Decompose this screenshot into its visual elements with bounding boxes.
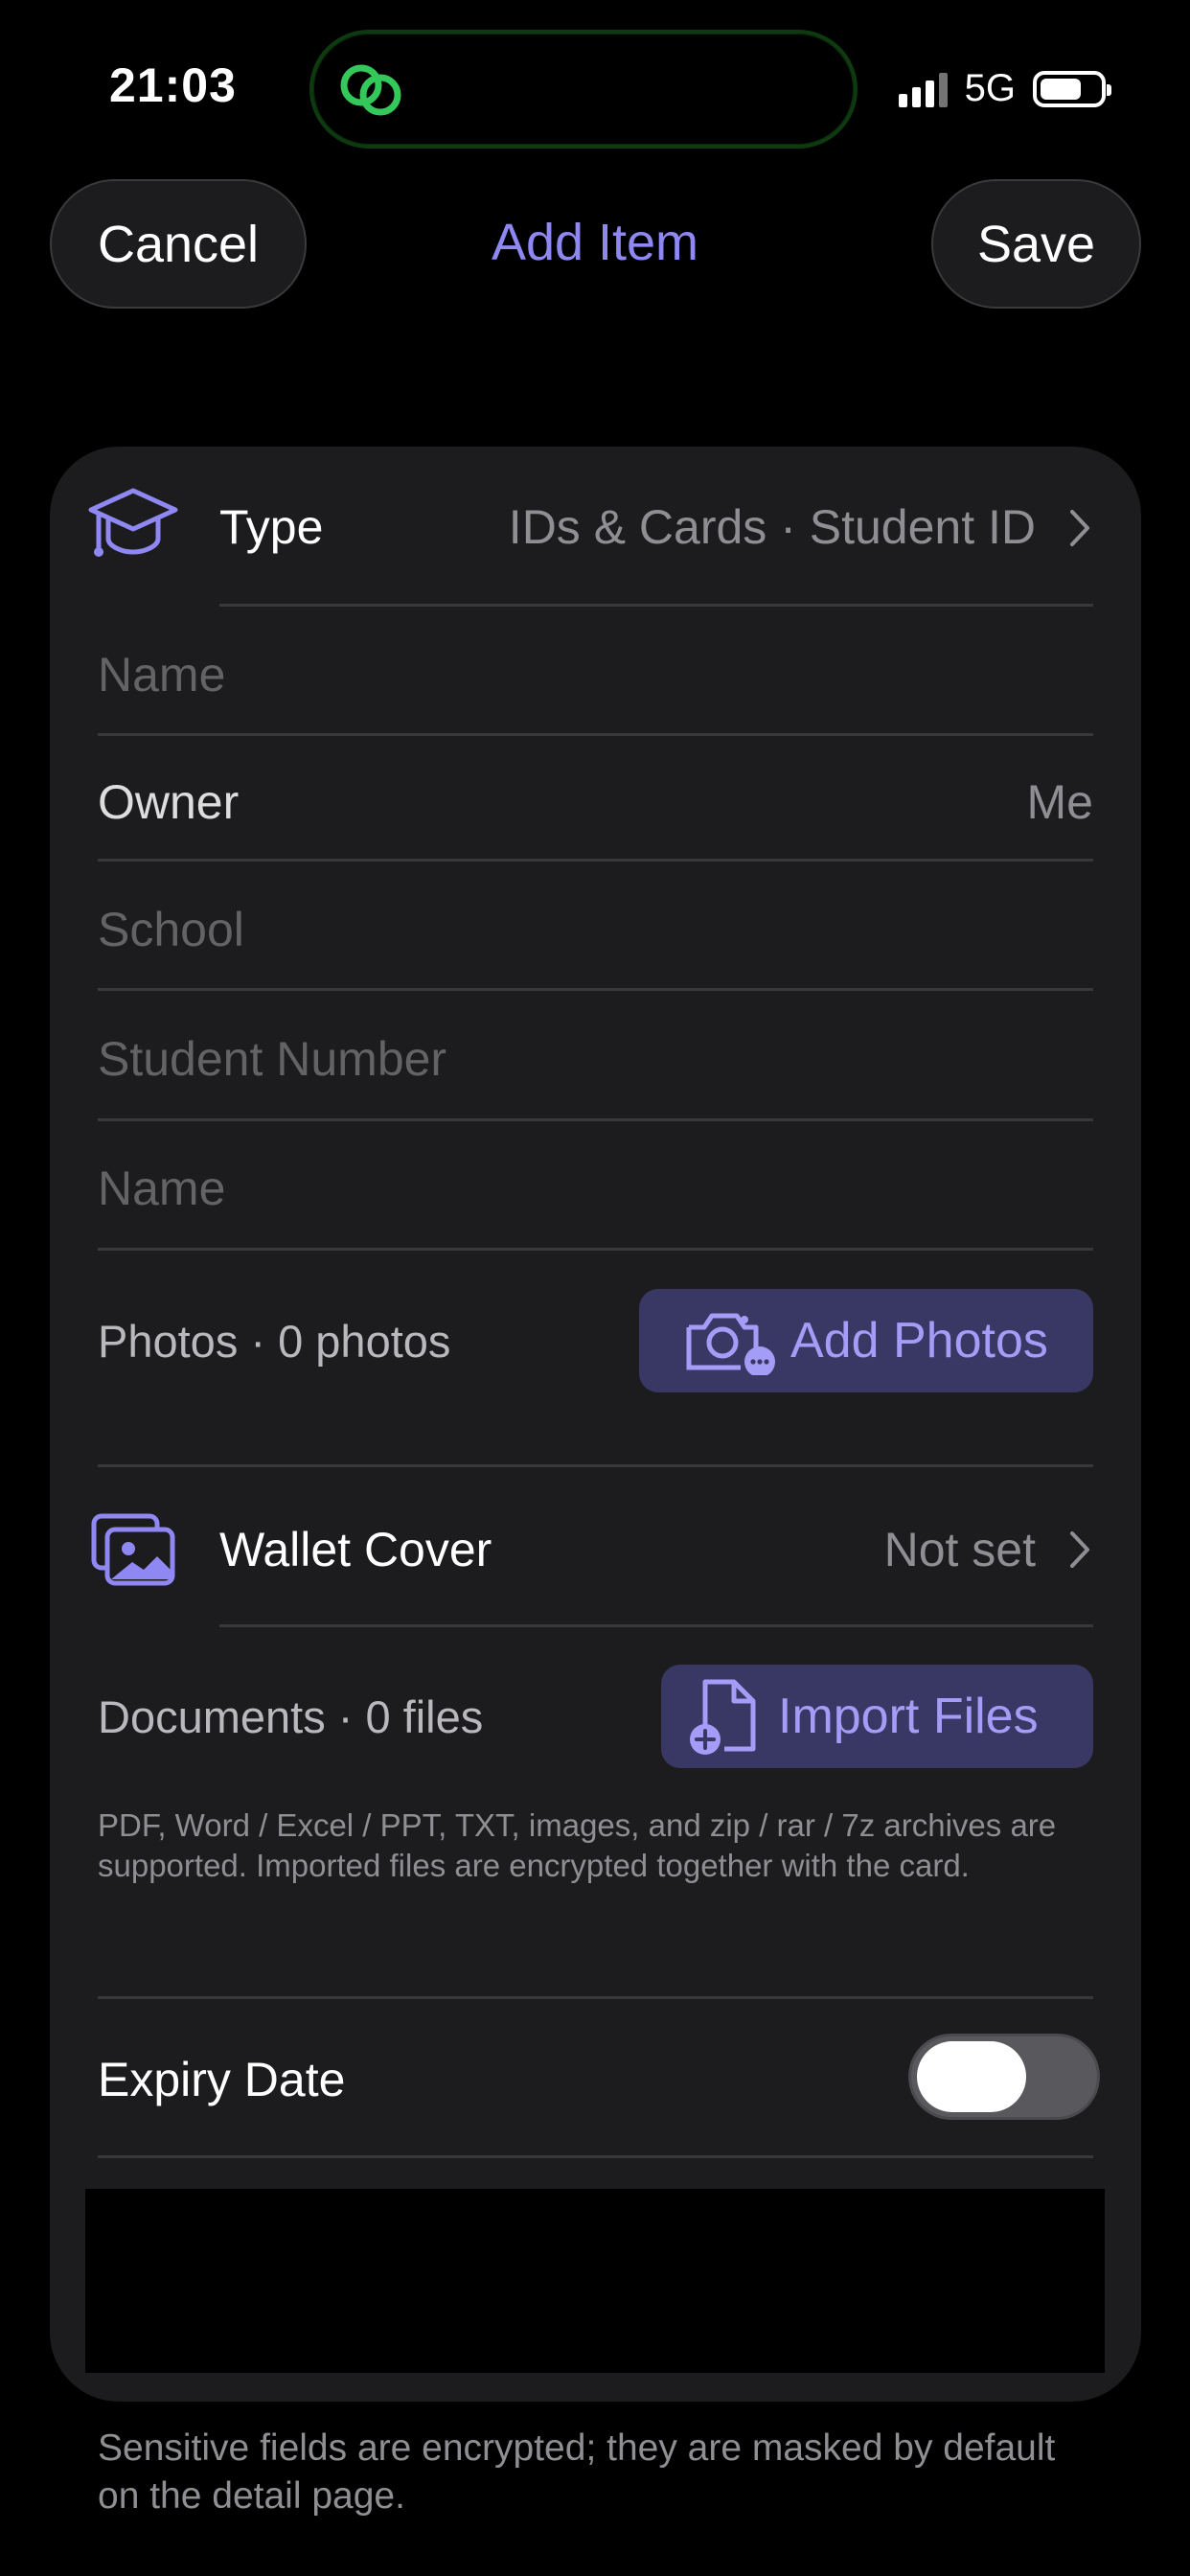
link-icon xyxy=(340,64,401,116)
file-add-icon xyxy=(690,1679,756,1755)
import-files-label: Import Files xyxy=(778,1689,1039,1744)
divider xyxy=(98,1996,1093,1999)
save-button[interactable]: Save xyxy=(931,179,1141,309)
student-number-field[interactable]: Student Number xyxy=(98,1031,1094,1087)
dynamic-island[interactable] xyxy=(309,30,858,149)
photos-icon xyxy=(91,1513,175,1586)
name-field-secondary[interactable]: Name xyxy=(98,1161,1094,1216)
empty-area xyxy=(85,2189,1105,2373)
divider xyxy=(98,1248,1093,1251)
photos-label: Photos · 0 photos xyxy=(98,1316,451,1367)
status-indicators: 5G xyxy=(898,67,1111,110)
camera-more-icon xyxy=(686,1313,775,1375)
documents-label: Documents · 0 files xyxy=(98,1691,484,1742)
divider xyxy=(98,1118,1093,1121)
owner-label: Owner xyxy=(98,775,240,829)
add-photos-label: Add Photos xyxy=(790,1313,1048,1368)
footer-note: Sensitive fields are encrypted; they are… xyxy=(98,2427,1056,2517)
import-files-button[interactable]: Import Files xyxy=(661,1665,1093,1768)
chevron-right-icon xyxy=(1070,510,1089,546)
battery-icon xyxy=(1033,70,1111,107)
owner-value[interactable]: Me xyxy=(1027,774,1093,830)
network-type: 5G xyxy=(964,67,1016,109)
add-photos-button[interactable]: Add Photos xyxy=(639,1289,1093,1392)
name-field[interactable]: Name xyxy=(98,647,1094,702)
divider xyxy=(98,859,1093,862)
cancel-button[interactable]: Cancel xyxy=(50,179,307,309)
divider xyxy=(219,604,1093,607)
divider xyxy=(98,733,1093,736)
divider xyxy=(98,1464,1093,1467)
divider xyxy=(98,2155,1093,2158)
type-value: IDs & Cards · Student ID xyxy=(508,500,1036,554)
graduation-cap-icon xyxy=(88,488,178,557)
documents-help-text: PDF, Word / Excel / PPT, TXT, images, an… xyxy=(98,1807,1057,1883)
school-field[interactable]: School xyxy=(98,902,1094,957)
divider xyxy=(219,1624,1093,1627)
divider xyxy=(98,988,1093,991)
page-title: Add Item xyxy=(491,214,699,271)
chevron-right-icon xyxy=(1070,1531,1089,1568)
wallet-cover-value: Not set xyxy=(883,1523,1036,1576)
wallet-cover-label: Wallet Cover xyxy=(219,1523,492,1576)
type-label: Type xyxy=(219,500,324,554)
expiry-date-toggle[interactable] xyxy=(908,2034,1100,2120)
status-time: 21:03 xyxy=(109,58,237,112)
toggle-knob xyxy=(917,2041,1026,2112)
signal-icon xyxy=(898,71,948,107)
expiry-date-label: Expiry Date xyxy=(98,2053,346,2106)
